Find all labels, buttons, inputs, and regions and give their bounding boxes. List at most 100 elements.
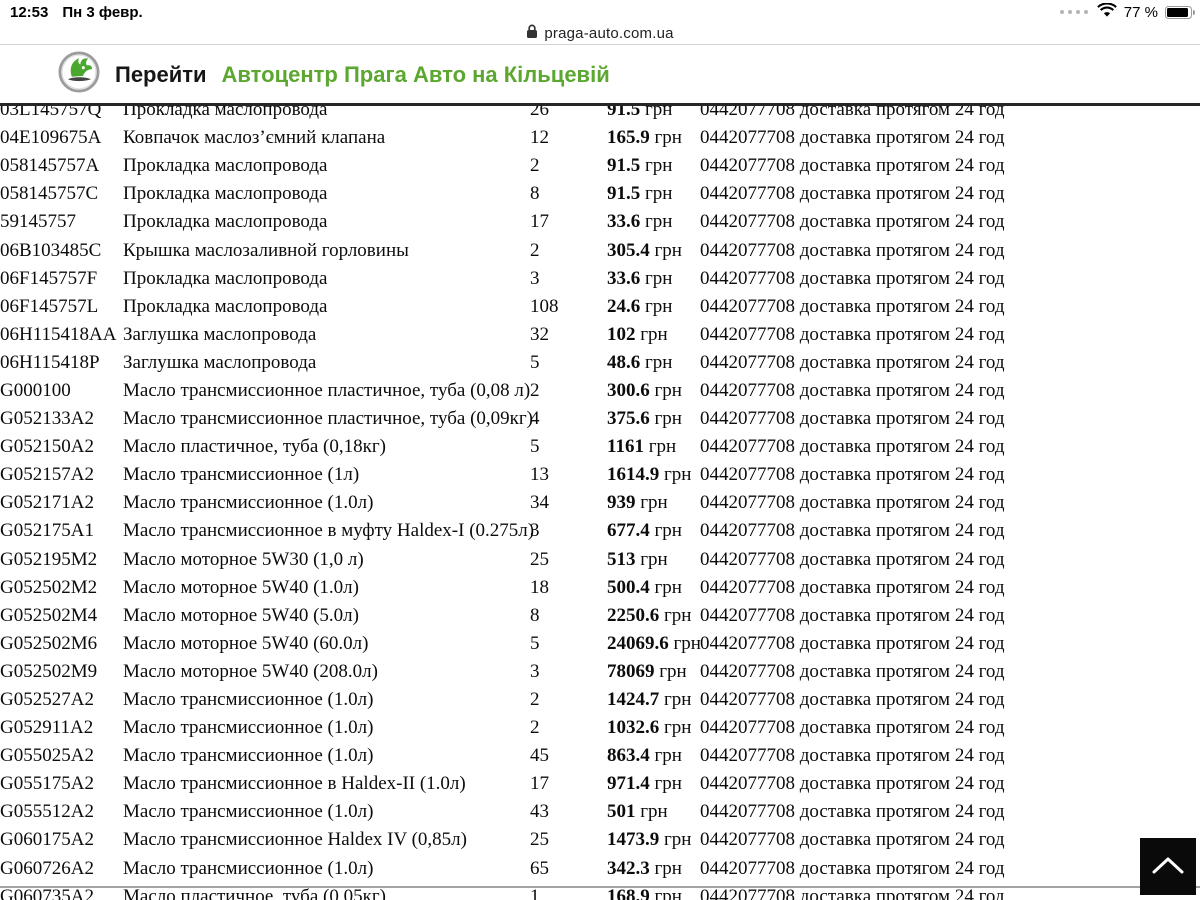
part-qty: 108	[530, 295, 559, 317]
part-name: Масло трансмиссионное в муфту Haldex-I (…	[123, 520, 535, 542]
part-price: 33.6 грн	[607, 267, 673, 289]
table-row: G052175A1 Масло трансмиссионное в муфту …	[0, 517, 1200, 545]
part-delivery: 0442077708 доставка протягом 24 год	[700, 689, 1005, 711]
part-qty: 12	[530, 127, 549, 149]
table-bottom-border	[0, 886, 1200, 888]
part-code: G000100	[0, 379, 71, 401]
table-row: G052171A2 Масло трансмиссионное (1.0л) 3…	[0, 489, 1200, 517]
table-row: 06H115418P Заглушка маслопровода 5 48.6 …	[0, 349, 1200, 377]
part-delivery: 0442077708 доставка протягом 24 год	[700, 548, 1005, 570]
part-delivery: 0442077708 доставка протягом 24 год	[700, 379, 1005, 401]
skoda-logo[interactable]	[58, 51, 100, 98]
part-price: 300.6 грн	[607, 379, 682, 401]
status-time: 12:53	[10, 3, 49, 21]
part-price: 501 грн	[607, 801, 668, 823]
battery-icon	[1165, 5, 1195, 19]
part-code: G055175A2	[0, 773, 94, 795]
table-row: G055175A2 Масло трансмиссионное в Haldex…	[0, 770, 1200, 798]
part-name: Прокладка маслопровода	[123, 211, 328, 233]
browser-address-bar[interactable]: praga-auto.com.ua	[0, 22, 1200, 45]
table-row: 04E109675A Ковпачок маслоз’ємний клапана…	[0, 124, 1200, 152]
part-code: 06B103485C	[0, 239, 102, 261]
part-price: 91.5 грн	[607, 183, 673, 205]
part-delivery: 0442077708 доставка протягом 24 год	[700, 773, 1005, 795]
part-code: 59145757	[0, 211, 76, 233]
part-price: 1614.9 грн	[607, 464, 692, 486]
part-price: 1161 грн	[607, 436, 677, 458]
part-delivery: 0442077708 доставка протягом 24 год	[700, 829, 1005, 851]
part-code: G052911A2	[0, 717, 94, 739]
part-code: 04E109675A	[0, 127, 102, 149]
part-price: 863.4 грн	[607, 745, 682, 767]
part-code: G060726A2	[0, 857, 94, 879]
table-row: 06F145757F Прокладка маслопровода 3 33.6…	[0, 265, 1200, 293]
part-code: G055025A2	[0, 745, 94, 767]
part-delivery: 0442077708 доставка протягом 24 год	[700, 801, 1005, 823]
table-row: 06H115418AA Заглушка маслопровода 32 102…	[0, 321, 1200, 349]
part-code: G052195M2	[0, 548, 98, 570]
part-code: G052175A1	[0, 520, 94, 542]
part-price: 165.9 грн	[607, 127, 682, 149]
wifi-icon	[1096, 2, 1117, 22]
part-name: Прокладка маслопровода	[123, 155, 328, 177]
table-row: G055025A2 Масло трансмиссионное (1.0л) 4…	[0, 742, 1200, 770]
part-name: Масло трансмиссионное (1.0л)	[123, 689, 374, 711]
part-code: G055512A2	[0, 801, 94, 823]
part-price: 677.4 грн	[607, 520, 682, 542]
battery-percent: 77 %	[1123, 3, 1158, 21]
part-qty: 8	[530, 604, 540, 626]
part-qty: 32	[530, 323, 549, 345]
table-row: G052195M2 Масло моторное 5W30 (1,0 л) 25…	[0, 546, 1200, 574]
part-name: Масло трансмиссионное (1.0л)	[123, 857, 374, 879]
part-code: G052133A2	[0, 408, 94, 430]
cellular-signal-icon	[1059, 10, 1088, 14]
part-qty: 2	[530, 717, 540, 739]
part-qty: 3	[530, 660, 540, 682]
part-code: G052150A2	[0, 436, 94, 458]
part-qty: 65	[530, 857, 549, 879]
part-code: G052502M9	[0, 660, 98, 682]
part-price: 939 грн	[607, 492, 668, 514]
part-price: 91.5 грн	[607, 155, 673, 177]
part-name: Масло моторное 5W40 (60.0л)	[123, 632, 369, 654]
part-qty: 2	[530, 155, 540, 177]
table-row: G052502M6 Масло моторное 5W40 (60.0л) 5 …	[0, 630, 1200, 658]
part-delivery: 0442077708 доставка протягом 24 год	[700, 576, 1005, 598]
part-name: Масло пластичное, туба (0,18кг)	[123, 436, 386, 458]
part-delivery: 0442077708 доставка протягом 24 год	[700, 857, 1005, 879]
part-qty: 45	[530, 745, 549, 767]
part-code: G052171A2	[0, 492, 94, 514]
part-delivery: 0442077708 доставка протягом 24 год	[700, 323, 1005, 345]
part-name: Заглушка маслопровода	[123, 323, 317, 345]
part-qty: 18	[530, 576, 549, 598]
part-code: 06H115418P	[0, 351, 100, 373]
status-date: Пн 3 февр.	[62, 3, 143, 21]
dealer-link[interactable]: Автоцентр Прага Авто на Кільцевій	[222, 62, 610, 88]
part-name: Заглушка маслопровода	[123, 351, 317, 373]
part-delivery: 0442077708 доставка протягом 24 год	[700, 632, 1005, 654]
part-code: G052502M2	[0, 576, 98, 598]
part-qty: 3	[530, 520, 540, 542]
table-row: G060726A2 Масло трансмиссионное (1.0л) 6…	[0, 855, 1200, 883]
scroll-to-top-button[interactable]	[1140, 838, 1196, 895]
part-delivery: 0442077708 доставка протягом 24 год	[700, 436, 1005, 458]
table-row: 06F145757L Прокладка маслопровода 108 24…	[0, 293, 1200, 321]
part-name: Масло моторное 5W40 (1.0л)	[123, 576, 359, 598]
table-row: 058145757C Прокладка маслопровода 8 91.5…	[0, 180, 1200, 208]
table-row: 058145757A Прокладка маслопровода 2 91.5…	[0, 152, 1200, 180]
table-row: G060175A2 Масло трансмиссионное Haldex I…	[0, 826, 1200, 854]
part-delivery: 0442077708 доставка протягом 24 год	[700, 660, 1005, 682]
part-price: 33.6 грн	[607, 211, 673, 233]
part-name: Крышка маслозаливной горловины	[123, 239, 409, 261]
part-price: 971.4 грн	[607, 773, 682, 795]
part-qty: 25	[530, 548, 549, 570]
part-qty: 3	[530, 267, 540, 289]
part-price: 1473.9 грн	[607, 829, 692, 851]
part-delivery: 0442077708 доставка протягом 24 год	[700, 267, 1005, 289]
table-row: G052150A2 Масло пластичное, туба (0,18кг…	[0, 433, 1200, 461]
part-name: Масло трансмиссионное (1.0л)	[123, 801, 374, 823]
part-price: 1424.7 грн	[607, 689, 692, 711]
part-qty: 5	[530, 632, 540, 654]
part-delivery: 0442077708 доставка протягом 24 год	[700, 520, 1005, 542]
part-qty: 13	[530, 464, 549, 486]
